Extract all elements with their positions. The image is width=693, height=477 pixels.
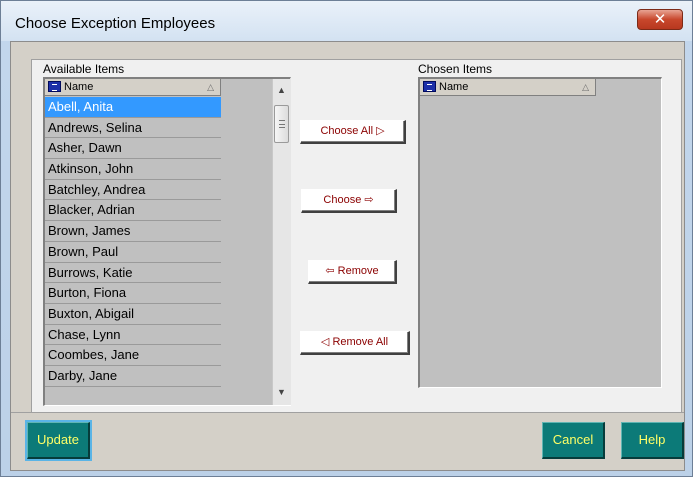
list-item[interactable]: Burton, Fiona — [45, 283, 221, 304]
window-title: Choose Exception Employees — [15, 15, 216, 32]
list-item[interactable]: Burrows, Katie — [45, 263, 221, 284]
column-icon — [48, 81, 61, 92]
choose-label: Choose ⇨ — [323, 194, 374, 206]
list-item[interactable]: Brown, James — [45, 221, 221, 242]
dialog-window: Choose Exception Employees ✕ Available I… — [0, 0, 693, 477]
list-item[interactable]: Brown, Paul — [45, 242, 221, 263]
help-button[interactable]: Help — [621, 422, 684, 459]
title-bar[interactable]: Choose Exception Employees ✕ — [1, 1, 692, 41]
sort-arrow-icon: △ — [582, 82, 589, 92]
sort-arrow-icon: △ — [207, 82, 214, 92]
selection-panel: Available Items Name △ Abell, Anita Andre… — [31, 59, 682, 431]
column-icon — [423, 81, 436, 92]
list-item[interactable]: Abell, Anita — [45, 97, 221, 118]
close-button[interactable]: ✕ — [637, 9, 683, 30]
available-items-list[interactable]: Name △ Abell, Anita Andrews, Selina Asher,… — [43, 77, 291, 406]
list-item[interactable]: Coombes, Jane — [45, 345, 221, 366]
available-items-label: Available Items — [43, 62, 125, 76]
update-label: Update — [37, 432, 79, 447]
cancel-label: Cancel — [552, 432, 594, 447]
dialog-client-area: Available Items Name △ Abell, Anita Andre… — [10, 41, 685, 471]
choose-button[interactable]: Choose ⇨ — [301, 189, 397, 213]
chosen-items-label: Chosen Items — [418, 62, 493, 76]
list-item[interactable]: Blacker, Adrian — [45, 200, 221, 222]
list-item[interactable]: Chase, Lynn — [45, 325, 221, 346]
choose-all-label: Choose All ▷ — [320, 125, 385, 137]
list-item[interactable]: Atkinson, John — [45, 159, 221, 180]
scroll-up-icon[interactable]: ▲ — [273, 82, 290, 99]
available-name-column-header[interactable]: Name △ — [45, 79, 221, 96]
choose-all-button[interactable]: Choose All ▷ — [300, 120, 406, 144]
remove-button[interactable]: ⇦ Remove — [308, 260, 397, 284]
available-rows: Abell, Anita Andrews, Selina Asher, Dawn At… — [45, 97, 221, 387]
chosen-name-column-header[interactable]: Name △ — [420, 79, 596, 96]
list-item[interactable]: Asher, Dawn — [45, 138, 221, 160]
remove-all-button[interactable]: ◁ Remove All — [300, 331, 410, 355]
column-header-label: Name — [439, 81, 469, 93]
column-header-label: Name — [64, 81, 94, 93]
update-button[interactable]: Update — [25, 420, 92, 461]
scroll-down-icon[interactable]: ▼ — [273, 384, 290, 401]
chosen-items-list[interactable]: Name △ — [418, 77, 662, 388]
list-item[interactable]: Batchley, Andrea — [45, 180, 221, 201]
list-item[interactable]: Andrews, Selina — [45, 118, 221, 139]
help-label: Help — [638, 432, 666, 447]
remove-all-label: ◁ Remove All — [320, 336, 389, 348]
list-item[interactable]: Buxton, Abigail — [45, 304, 221, 325]
close-icon: ✕ — [653, 11, 667, 28]
list-item[interactable]: Darby, Jane — [45, 366, 221, 387]
dialog-footer: Update Cancel Help — [11, 412, 684, 470]
cancel-button[interactable]: Cancel — [542, 422, 605, 459]
remove-label: ⇦ Remove — [325, 265, 379, 277]
scroll-thumb[interactable] — [274, 105, 289, 143]
available-scrollbar[interactable]: ▲ ▼ — [272, 79, 291, 405]
